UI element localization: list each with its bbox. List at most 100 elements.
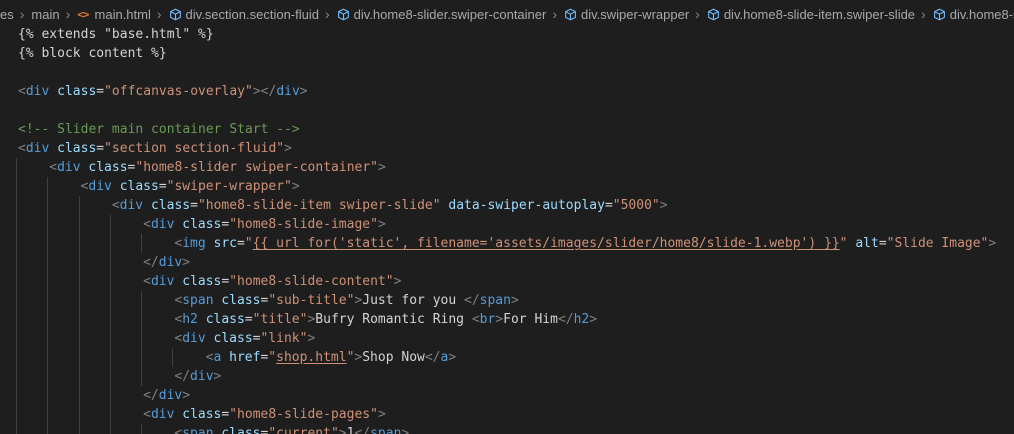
- code-token: div: [158, 255, 183, 270]
- code-line[interactable]: <a href="shop.html">Shop Now</a>: [0, 348, 1014, 367]
- code-token: >: [338, 426, 347, 434]
- code-token: class: [57, 84, 97, 99]
- indent-guide: [79, 310, 80, 329]
- element-cube-icon: [169, 8, 181, 20]
- indent-guide: [110, 253, 111, 272]
- code-line[interactable]: <h2 class="title">Bufry Romantic Ring <b…: [0, 310, 1014, 329]
- breadcrumb-item[interactable]: div.swiper-wrapper: [564, 7, 689, 22]
- code-token: >: [393, 274, 402, 289]
- indent-guide: [79, 405, 80, 424]
- code-line[interactable]: [0, 63, 1014, 82]
- code-line[interactable]: </div>: [0, 386, 1014, 405]
- code-link-token[interactable]: shop.html: [276, 350, 346, 365]
- indent-guide: [141, 424, 142, 434]
- code-text: </div>: [143, 386, 190, 405]
- code-token: div: [150, 274, 175, 289]
- code-token: <: [49, 160, 58, 175]
- code-token: </: [424, 350, 441, 365]
- code-token: class: [182, 217, 222, 232]
- element-cube-icon: [565, 8, 576, 20]
- breadcrumb-label: div.home8-slide-image: [949, 6, 1014, 22]
- code-token: <: [111, 198, 120, 213]
- code-token: "home8-slider swiper-container": [135, 160, 379, 175]
- code-token: class: [88, 160, 128, 175]
- code-token: "title": [252, 312, 308, 327]
- code-line[interactable]: <!-- Slider main container Start -->: [0, 120, 1014, 139]
- code-line[interactable]: <div class="home8-slide-pages">: [0, 405, 1014, 424]
- breadcrumb-item[interactable]: div.home8-slider.swiper-container: [337, 7, 546, 22]
- code-line[interactable]: <div class="home8-slider swiper-containe…: [0, 158, 1014, 177]
- code-token: =: [878, 236, 887, 251]
- breadcrumb-item[interactable]: main: [31, 7, 59, 22]
- code-line[interactable]: <div class="swiper-wrapper">: [0, 177, 1014, 196]
- code-line[interactable]: <div class="link">: [0, 329, 1014, 348]
- indent-guide: [79, 424, 80, 434]
- code-text: {% block content %}: [18, 44, 167, 63]
- breadcrumb-item[interactable]: div.home8-slide-image: [933, 7, 1014, 22]
- code-token: {% block content %}: [18, 46, 167, 61]
- code-token: "home8-slide-content": [229, 274, 394, 289]
- code-token: >: [307, 331, 316, 346]
- code-line[interactable]: </div>: [0, 253, 1014, 272]
- indent-guide: [110, 424, 111, 434]
- breadcrumb-label: div.home8-slide-item.swiper-slide: [723, 6, 916, 22]
- code-token: span: [182, 293, 214, 308]
- code-token: =: [158, 179, 167, 194]
- code-text: <!-- Slider main container Start -->: [18, 120, 300, 139]
- breadcrumb-item[interactable]: div.section.section-fluid: [169, 7, 319, 22]
- code-line[interactable]: <div class="home8-slide-image">: [0, 215, 1014, 234]
- code-link-token[interactable]: {{ url_for('static', filename='assets/im…: [253, 236, 840, 251]
- code-token: "Slide Image": [886, 236, 989, 251]
- indent-guide: [110, 367, 111, 386]
- code-token: <: [205, 350, 214, 365]
- indent-guide: [16, 291, 17, 310]
- code-token: span: [182, 426, 214, 434]
- indent-guide: [110, 291, 111, 310]
- code-token: class: [182, 274, 222, 289]
- code-editor[interactable]: {% extends "base.html" %} {% block conten…: [0, 25, 1014, 434]
- indent-guide: [47, 405, 48, 424]
- indent-guide: [47, 310, 48, 329]
- code-text: <a href="shop.html">Shop Now</a>: [206, 348, 457, 367]
- indent-guide: [172, 348, 173, 367]
- indent-guide: [47, 291, 48, 310]
- code-token: ": [268, 350, 277, 365]
- code-text: <div class="home8-slider swiper-containe…: [49, 158, 386, 177]
- code-token: <: [471, 312, 480, 327]
- indent-guide: [110, 329, 111, 348]
- breadcrumb-separator: ›: [324, 6, 330, 22]
- code-line[interactable]: {% extends "base.html" %}: [0, 25, 1014, 44]
- code-text: <span class="sub-title">Just for you </s…: [174, 291, 518, 310]
- breadcrumb-item[interactable]: es: [0, 7, 14, 22]
- code-text: </div>: [143, 253, 190, 272]
- indent-guide: [16, 234, 17, 253]
- code-line[interactable]: {% block content %}: [0, 44, 1014, 63]
- code-line[interactable]: <div class="home8-slide-content">: [0, 272, 1014, 291]
- indent-guide: [47, 177, 48, 196]
- code-token: "home8-slide-pages": [229, 407, 378, 422]
- code-text: <div class="home8-slide-item swiper-slid…: [112, 196, 668, 215]
- code-line[interactable]: </div>: [0, 367, 1014, 386]
- code-line[interactable]: <span class="sub-title">Just for you </s…: [0, 291, 1014, 310]
- code-line[interactable]: <div class="section section-fluid">: [0, 139, 1014, 158]
- code-token: >: [659, 198, 668, 213]
- code-line[interactable]: <div class="offcanvas-overlay"></div>: [0, 82, 1014, 101]
- code-token: div: [182, 331, 206, 346]
- breadcrumb-item[interactable]: <> main.html: [77, 7, 151, 22]
- indent-guide: [16, 386, 17, 405]
- code-token: class: [119, 179, 159, 194]
- code-line[interactable]: <div class="home8-slide-item swiper-slid…: [0, 196, 1014, 215]
- breadcrumb-item[interactable]: div.home8-slide-item.swiper-slide: [707, 7, 915, 22]
- indent-guide: [16, 177, 17, 196]
- code-token: <!-- Slider main container Start -->: [18, 122, 300, 137]
- code-line[interactable]: [0, 101, 1014, 120]
- code-token: </: [174, 369, 191, 384]
- code-token: br: [479, 312, 496, 327]
- code-line[interactable]: <img src="{{ url_for('static', filename=…: [0, 234, 1014, 253]
- breadcrumb-separator: ›: [921, 6, 926, 22]
- code-line[interactable]: <span class="current">1</span>: [0, 424, 1014, 434]
- code-token: <: [18, 84, 26, 99]
- breadcrumb-label: main: [31, 6, 60, 22]
